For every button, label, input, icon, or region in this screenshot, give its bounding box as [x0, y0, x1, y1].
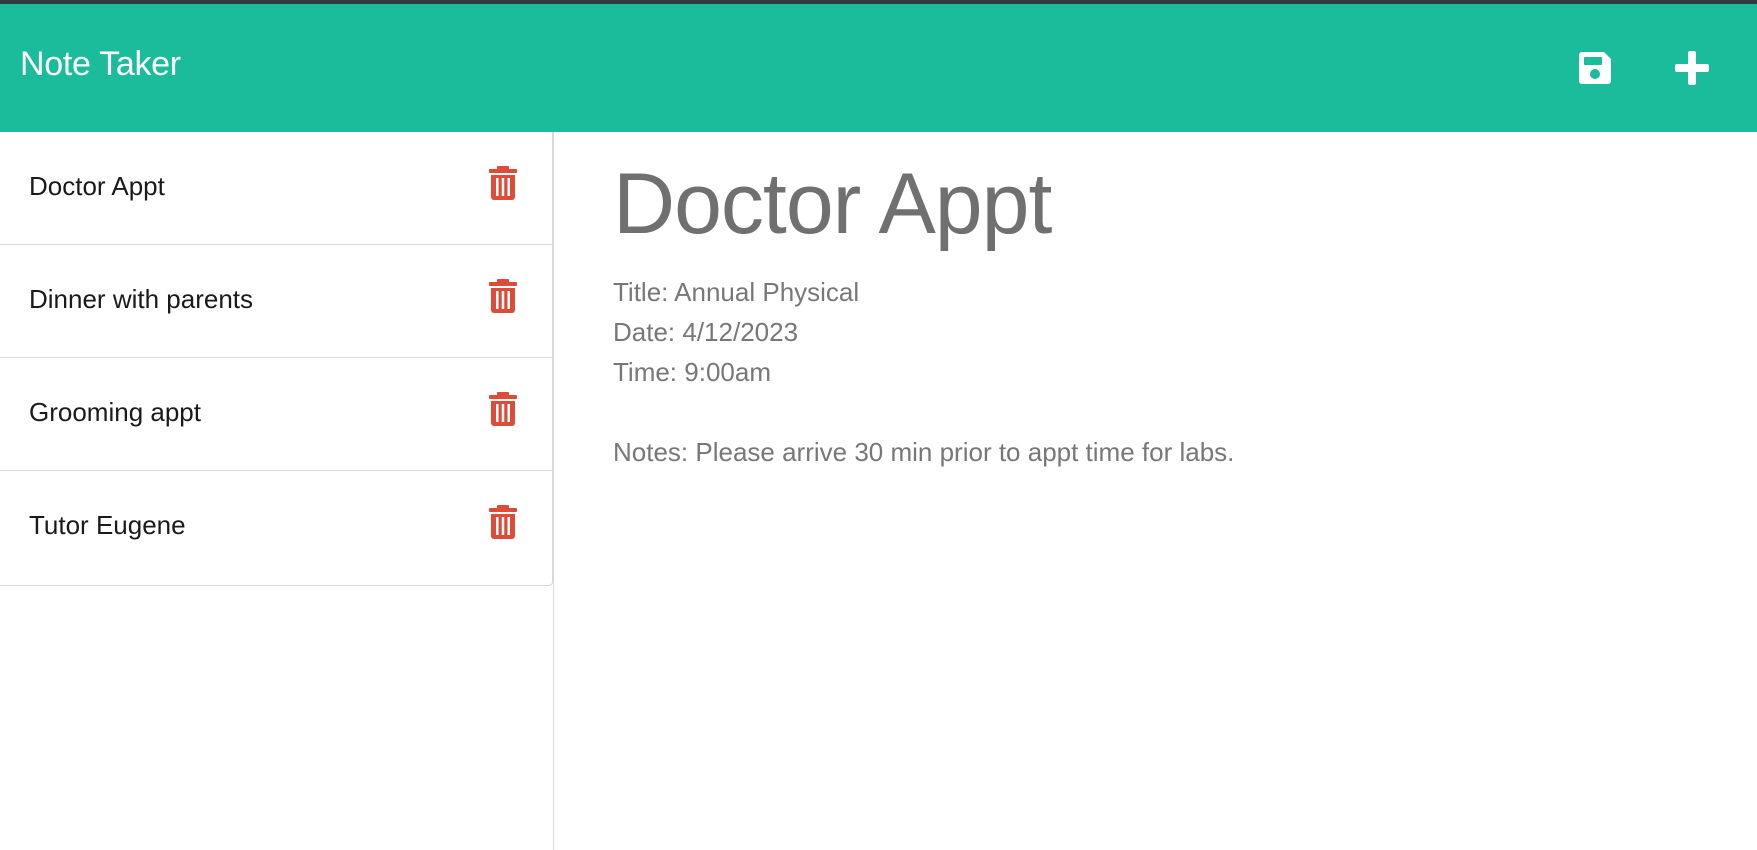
notes-sidebar: Doctor Appt Dinner with parents Grooming… [0, 132, 554, 850]
plus-icon [1675, 51, 1709, 85]
navbar: Note Taker [0, 4, 1757, 132]
note-title-label: Tutor Eugene [29, 510, 186, 540]
note-title-label: Grooming appt [29, 397, 201, 427]
trash-icon[interactable] [488, 166, 518, 200]
note-editor: Doctor Appt Title: Annual Physical Date:… [555, 132, 1757, 850]
list-item[interactable]: Tutor Eugene [0, 471, 552, 585]
list-item[interactable]: Dinner with parents [0, 245, 552, 358]
note-title-label: Dinner with parents [29, 284, 253, 314]
note-title-label: Doctor Appt [29, 171, 165, 201]
save-icon [1579, 52, 1611, 84]
app-title[interactable]: Note Taker [20, 44, 181, 84]
new-note-button[interactable] [1668, 44, 1716, 92]
note-text-area[interactable]: Title: Annual Physical Date: 4/12/2023 T… [613, 272, 1234, 472]
trash-icon[interactable] [488, 279, 518, 313]
notes-list: Doctor Appt Dinner with parents Grooming… [0, 132, 553, 586]
save-note-button[interactable] [1571, 44, 1619, 92]
list-item[interactable]: Doctor Appt [0, 132, 552, 245]
trash-icon[interactable] [488, 505, 518, 539]
list-item[interactable]: Grooming appt [0, 358, 552, 471]
note-title-input[interactable]: Doctor Appt [613, 154, 1052, 254]
trash-icon[interactable] [488, 392, 518, 426]
